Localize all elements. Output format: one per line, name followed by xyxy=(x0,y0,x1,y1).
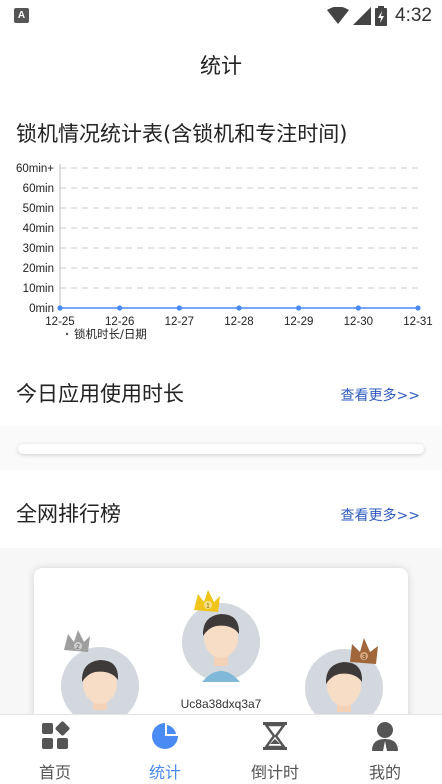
nav-item-profile[interactable]: 我的 xyxy=(330,715,440,784)
nav-item-stats[interactable]: 统计 xyxy=(110,715,220,784)
rank-1-username: Uc8a38dxq3a7 xyxy=(180,697,262,711)
rank-section-title: 全网排行榜 xyxy=(16,502,121,526)
y-tick-label: 0min xyxy=(29,303,54,315)
y-tick-label: 10min xyxy=(23,283,54,295)
y-tick-label: 60min xyxy=(23,183,54,195)
nav-item-countdown[interactable]: 倒计时 xyxy=(220,715,330,784)
home-grid-icon xyxy=(42,721,70,749)
hourglass-icon xyxy=(263,722,287,750)
legend-label: 锁机时长/日期 xyxy=(74,327,147,341)
usage-more-link[interactable]: 查看更多>> xyxy=(341,385,420,405)
battery-icon xyxy=(375,6,388,26)
status-bar: A 4:32 xyxy=(0,0,442,32)
data-point xyxy=(296,305,302,311)
pie-chart-icon xyxy=(152,723,178,749)
x-tick-label: 12-29 xyxy=(284,316,313,328)
rank-1-number: 1 xyxy=(206,603,210,610)
x-tick-label: 12-27 xyxy=(165,316,194,328)
y-tick-label: 30min xyxy=(23,243,54,255)
x-tick-label: 12-25 xyxy=(45,316,74,328)
lock-stats-title: 锁机情况统计表(含锁机和专注时间) xyxy=(16,122,348,146)
data-point xyxy=(355,305,361,311)
usage-section-title: 今日应用使用时长 xyxy=(16,382,184,406)
x-tick-label: 12-28 xyxy=(224,316,253,328)
rank-1-avatar[interactable]: 1 xyxy=(180,588,264,684)
lock-time-chart: 0min 10min 20min 30min 40min 50min 60min 60min+… xyxy=(16,163,433,341)
page-title: 统计 xyxy=(200,54,242,78)
y-tick-label: 40min xyxy=(23,223,54,235)
rank-2-number: 2 xyxy=(76,644,80,651)
nav-label-countdown: 倒计时 xyxy=(250,763,299,782)
legend-marker xyxy=(65,332,69,336)
y-tick-label: 60min+ xyxy=(16,163,54,175)
usage-list-card xyxy=(18,444,424,454)
notification-icon: A xyxy=(14,8,29,23)
clock: 4:32 xyxy=(395,5,432,26)
rank-more-link[interactable]: 查看更多>> xyxy=(341,505,420,525)
rank-3-number: 3 xyxy=(362,654,366,661)
nav-label-home: 首页 xyxy=(38,763,71,782)
bottom-navigation: 首页 统计 倒计时 我的 xyxy=(0,714,442,784)
nav-item-home[interactable]: 首页 xyxy=(0,715,110,784)
data-point xyxy=(415,305,421,311)
user-icon xyxy=(372,722,398,751)
y-tick-label: 50min xyxy=(23,203,54,215)
bronze-crown-icon: 3 xyxy=(350,638,378,664)
nav-label-stats: 统计 xyxy=(148,763,181,782)
silver-crown-icon: 2 xyxy=(64,630,90,652)
signal-icon xyxy=(353,7,372,25)
nav-label-profile: 我的 xyxy=(368,763,401,782)
data-point xyxy=(57,305,63,311)
data-point xyxy=(117,305,123,311)
y-tick-label: 20min xyxy=(23,263,54,275)
gold-crown-icon: 1 xyxy=(194,590,220,612)
data-point xyxy=(176,305,182,311)
x-tick-label: 12-31 xyxy=(403,316,432,328)
x-tick-label: 12-30 xyxy=(344,316,373,328)
status-icons: 4:32 xyxy=(327,4,432,28)
wifi-icon xyxy=(327,7,350,24)
data-point xyxy=(236,305,242,311)
